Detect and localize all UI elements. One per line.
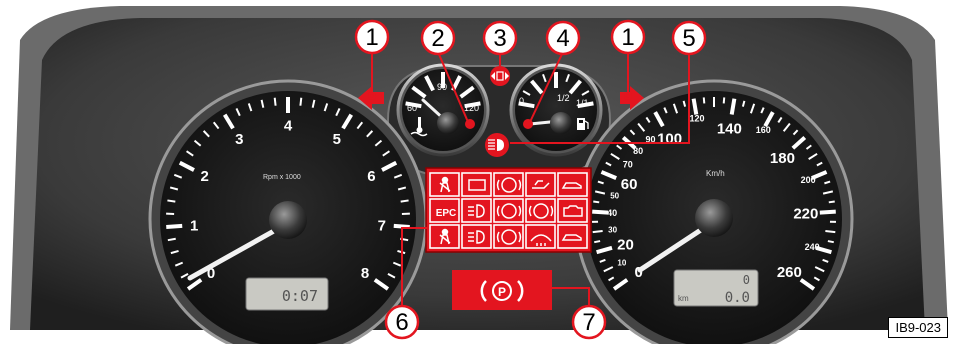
speed-tick-label: 10	[617, 259, 626, 268]
speed-tick-mark	[828, 200, 835, 204]
speed-lcd-value: 0.0	[725, 290, 750, 306]
speed-hub	[695, 199, 733, 237]
tach-tick-mark	[299, 97, 303, 106]
temp-tick-90: 90	[437, 82, 447, 92]
tach-tick-label: 3	[235, 131, 243, 148]
temp-tick-60: 60	[407, 103, 417, 113]
speed-tick-label: 220	[793, 206, 818, 223]
speed-tick-label: 60	[621, 176, 638, 193]
callout-5-label: 5	[682, 25, 695, 52]
speed-tick-mark	[592, 230, 603, 234]
speed-tick-label: 80	[633, 146, 643, 156]
speed-tick-label: 40	[607, 208, 617, 218]
tach-tick-label: 8	[361, 265, 369, 282]
temp-tick-120: 120	[464, 103, 479, 113]
speed-tick-label: 200	[801, 175, 816, 185]
fuel-tick-full: 1/1	[576, 98, 589, 108]
instrument-cluster: 012345678 Rpm x 1000 0:07 01020304050607…	[0, 0, 957, 344]
fuel-tick-half: 1/2	[557, 93, 570, 103]
tach-tick-label: 2	[200, 168, 208, 185]
callout-2-label: 2	[431, 25, 444, 52]
tach-tick-label: 7	[378, 217, 386, 234]
tach-tick-mark	[167, 199, 176, 203]
speedometer: 0102030405060708090 100120140 160180200220…	[574, 79, 854, 344]
high-beam-icon	[485, 133, 509, 157]
speed-tick-mark	[592, 209, 609, 215]
callout-1-left-label: 1	[365, 24, 378, 51]
tach-tick-label: 1	[190, 217, 198, 234]
speed-tick-mark	[702, 97, 706, 104]
tach-tick-mark	[273, 97, 277, 106]
tach-hub	[269, 201, 307, 239]
tach-tick-mark	[167, 237, 176, 242]
speed-tick-label: 70	[623, 160, 633, 170]
callout-3-label: 3	[493, 25, 506, 52]
speed-tick-label: 140	[717, 121, 742, 138]
temp-hub	[437, 112, 459, 134]
tach-unit-label: Rpm x 1000	[263, 174, 301, 181]
parking-brake-label: P	[498, 285, 506, 299]
speed-lcd-unit: km	[678, 294, 689, 303]
fuel-tick-empty: 0	[519, 96, 524, 106]
figure-reference-label: IB9-023	[888, 317, 948, 338]
fuel-hub	[550, 112, 572, 134]
warning-lamp-panel: EPC	[425, 167, 592, 253]
tachometer: 012345678 Rpm x 1000 0:07	[148, 79, 428, 344]
callout-7-label: 7	[582, 309, 595, 336]
parking-brake-lamp: P	[452, 270, 552, 310]
tach-tick-label: 6	[367, 168, 375, 185]
speed-tick-mark	[593, 200, 600, 204]
epc-label: EPC	[436, 208, 457, 219]
speed-tick-label: 260	[777, 264, 802, 281]
speed-tick-mark	[729, 98, 737, 115]
speed-tick-mark	[825, 230, 836, 234]
tach-tick-mark	[393, 223, 410, 229]
tach-lcd-value: 0:07	[282, 287, 318, 305]
speed-unit-label: Km/h	[706, 169, 725, 178]
callout-1-right-label: 1	[621, 24, 634, 51]
tach-tick-mark	[166, 223, 183, 229]
tach-tick-mark	[400, 199, 409, 203]
speed-tick-label: 20	[617, 236, 634, 253]
speed-tick-label: 100	[657, 131, 682, 148]
temperature-gauge: 60 90 120	[396, 63, 490, 157]
speed-lcd-top: 0	[743, 273, 750, 287]
speed-tick-mark	[827, 240, 834, 244]
speed-tick-label: 180	[770, 150, 795, 167]
speed-tick-label: 240	[805, 242, 820, 252]
speed-tick-mark	[691, 98, 699, 115]
instrument-cluster-figure: 012345678 Rpm x 1000 0:07 0 10 20 30 40 50 60 7…	[0, 0, 957, 344]
speed-tick-label: 120	[689, 114, 704, 124]
callout-6-label: 6	[395, 309, 408, 336]
speed-tick-mark	[722, 97, 726, 104]
callout-4-label: 4	[556, 25, 569, 52]
speed-tick-mark	[819, 209, 836, 215]
trailer-turn-indicator-icon	[490, 66, 510, 86]
tach-tick-label: 5	[333, 131, 341, 148]
fuel-gauge: 0 1/2 1/1	[509, 63, 603, 157]
speed-tick-mark	[594, 240, 601, 244]
speed-tick-label: 30	[608, 226, 617, 235]
speed-tick-label: 160	[756, 125, 771, 135]
speed-tick-label: 50	[610, 192, 619, 201]
tach-tick-label: 4	[284, 117, 293, 134]
